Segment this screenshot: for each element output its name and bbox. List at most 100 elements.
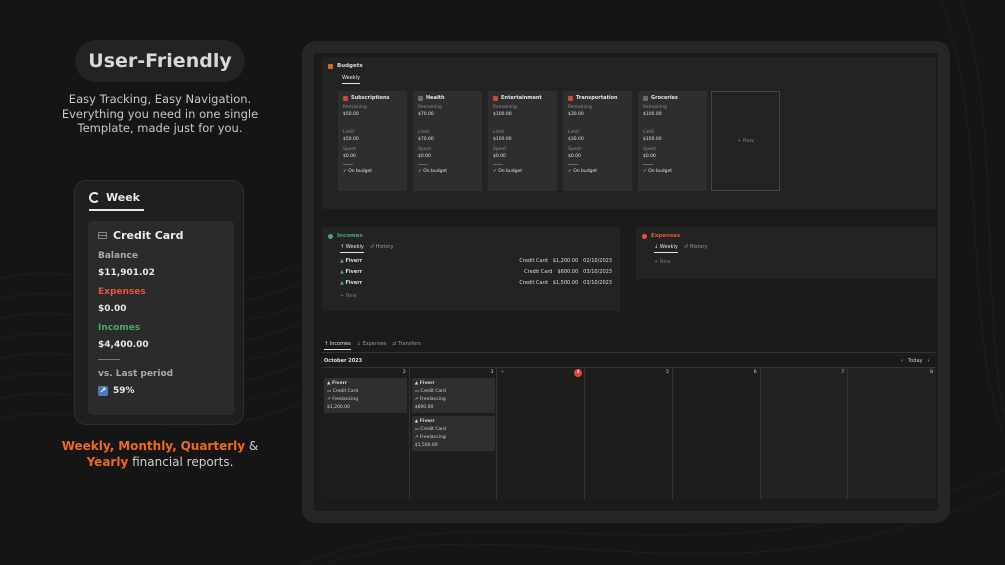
expenses-value: $0.00 bbox=[98, 304, 127, 314]
calendar-day[interactable]: 6 bbox=[672, 368, 761, 499]
feature-pill: User-Friendly bbox=[75, 40, 245, 82]
tab-expenses-weekly[interactable]: ↓ Weekly bbox=[654, 244, 678, 253]
income-date: 03/10/2023 bbox=[583, 269, 612, 275]
calendar-event[interactable]: ▲ Fiverr ▭ Credit Card ↗ Freelancing $60… bbox=[411, 378, 495, 413]
limit-label: Limit bbox=[493, 130, 505, 135]
tab-incomes-weekly[interactable]: ↑ Weekly bbox=[340, 244, 364, 253]
income-account: Credit Card bbox=[524, 269, 553, 275]
calendar-day[interactable]: 2 ▲ Fiverr ▭ Credit Card ↗ Freelancing $… bbox=[322, 368, 410, 499]
transportation-icon bbox=[568, 95, 573, 101]
day-number: 7 bbox=[841, 370, 845, 375]
account-title: Credit Card bbox=[98, 229, 224, 242]
incomes-icon bbox=[328, 233, 333, 239]
footer-weekly: Weekly bbox=[61, 439, 110, 453]
limit-value: $50.00 bbox=[343, 137, 359, 142]
budget-name: Subscriptions bbox=[351, 95, 390, 101]
tab-calendar-incomes[interactable]: ↑ Incomes bbox=[324, 341, 351, 350]
limit-label: Limit bbox=[568, 130, 580, 135]
expenses-panel: Expenses ↓ Weekly ↺ History + New bbox=[636, 227, 936, 279]
new-income-button[interactable]: + New bbox=[340, 293, 357, 299]
remaining-label: Remaining bbox=[568, 105, 592, 110]
new-expense-button[interactable]: + New bbox=[654, 259, 671, 265]
budget-card[interactable]: Entertainment Remaining $100.00 Limit $100… bbox=[488, 91, 557, 191]
next-icon[interactable]: › bbox=[927, 358, 929, 364]
calendar-event[interactable]: ▲ Fiverr ▭ Credit Card ↗ Freelancing $1,… bbox=[324, 378, 407, 413]
budgets-title-text: Budgets bbox=[337, 63, 363, 69]
day-number: 3 bbox=[490, 370, 494, 375]
footer-monthly: Monthly bbox=[118, 439, 173, 453]
calendar-event[interactable]: ▲ Fiverr ▭ Credit Card ↗ Freelancing $1,… bbox=[411, 416, 495, 451]
day-number: 5 bbox=[665, 370, 669, 375]
add-event-icon[interactable]: + bbox=[500, 370, 504, 375]
calendar-day[interactable]: 4 + bbox=[497, 368, 586, 499]
expenses-icon bbox=[642, 233, 647, 239]
income-arrow-icon: ▲ bbox=[340, 258, 344, 264]
new-budget-button[interactable]: + New bbox=[711, 91, 780, 191]
divider bbox=[98, 359, 120, 360]
calendar-day[interactable]: 8 bbox=[848, 368, 936, 499]
budget-card[interactable]: Transportation Remaining $30.00 Limit $30.… bbox=[563, 91, 632, 191]
vs-last-period-label: vs. Last period bbox=[98, 369, 174, 379]
calendar-day[interactable]: 5 bbox=[585, 368, 673, 499]
incomes-panel: Incomes ↑ Weekly ↺ History ▲ Fiverr Credi… bbox=[322, 227, 620, 311]
budgets-title: Budgets bbox=[328, 63, 363, 69]
budget-status: ✓ On budget bbox=[493, 169, 522, 174]
tab-expenses-history[interactable]: ↺ History bbox=[684, 244, 708, 253]
expenses-label: Expenses bbox=[98, 287, 146, 297]
account-name: Credit Card bbox=[113, 229, 184, 242]
day-number: 6 bbox=[753, 370, 757, 375]
spent-label: Spent bbox=[493, 147, 507, 152]
budget-status: ✓ On budget bbox=[418, 169, 447, 174]
budget-card[interactable]: Groceries Remaining $100.00 Limit $100.00 … bbox=[638, 91, 707, 191]
tab-week[interactable]: Week bbox=[89, 189, 144, 211]
credit-card-icon bbox=[98, 232, 107, 239]
spent-label: Spent bbox=[568, 147, 582, 152]
calendar: Mon Tue Wed Thu Fri Sat Sun 2 ▲ Fiverr ▭… bbox=[322, 365, 936, 499]
account-card[interactable]: Credit Card Balance $11,901.02 Expenses … bbox=[88, 221, 234, 415]
spent-label: Spent bbox=[643, 147, 657, 152]
limit-value: $30.00 bbox=[568, 137, 584, 142]
event-category: ↗ Freelancing bbox=[414, 435, 446, 440]
tagline: Easy Tracking, Easy Navigation. Everythi… bbox=[60, 92, 260, 136]
tab-budgets-weekly[interactable]: Weekly bbox=[342, 75, 361, 84]
tab-incomes-history[interactable]: ↺ History bbox=[370, 244, 394, 253]
budget-card[interactable]: Subscriptions Remaining $50.00 Limit $50.0… bbox=[338, 91, 407, 191]
remaining-label: Remaining bbox=[343, 105, 367, 110]
footer-sep-2: , bbox=[172, 439, 177, 453]
tab-calendar-transfers[interactable]: ⇄ Transfers bbox=[392, 341, 421, 350]
limit-label: Limit bbox=[643, 130, 655, 135]
event-title: ▲ Fiverr bbox=[327, 381, 348, 386]
income-row[interactable]: ▲ Fiverr Credit Card $600.00 03/10/2023 bbox=[340, 267, 612, 277]
today-button[interactable]: Today bbox=[908, 358, 922, 364]
event-amount: $600.00 bbox=[414, 405, 434, 410]
income-row[interactable]: ▲ Fiverr Credit Card $1,200.00 02/10/2023 bbox=[340, 256, 612, 266]
app-screen: Budgets Weekly Subscriptions Remaining $5… bbox=[314, 53, 938, 511]
limit-value: $100.00 bbox=[643, 137, 662, 142]
prev-icon[interactable]: ‹ bbox=[901, 358, 903, 364]
footer-yearly: Yearly bbox=[86, 455, 129, 469]
calendar-tabs: ↑ Incomes ↓ Expenses ⇄ Transfers bbox=[324, 341, 421, 350]
incomes-value: $4,400.00 bbox=[98, 340, 149, 350]
calendar-nav: ‹ Today › bbox=[901, 358, 929, 364]
event-category: ↗ Freelancing bbox=[327, 397, 359, 402]
remaining-label: Remaining bbox=[493, 105, 517, 110]
footer-text: Weekly, Monthly, Quarterly & Yearly fina… bbox=[40, 438, 280, 470]
event-account: ▭ Credit Card bbox=[327, 389, 359, 394]
vs-last-period: ↗ 59% bbox=[98, 386, 224, 396]
event-account: ▭ Credit Card bbox=[414, 427, 446, 432]
expenses-title-text: Expenses bbox=[651, 233, 681, 239]
calendar-grid: 2 ▲ Fiverr ▭ Credit Card ↗ Freelancing $… bbox=[322, 367, 936, 499]
income-amount: $1,200.00 bbox=[552, 258, 579, 264]
tagline-line-2: Everything you need in one single bbox=[61, 106, 259, 121]
budget-card[interactable]: Health Remaining $70.00 Limit $70.00 Spent… bbox=[413, 91, 482, 191]
new-budget-label: + New bbox=[737, 138, 754, 144]
limit-value: $70.00 bbox=[418, 137, 434, 142]
tab-calendar-expenses[interactable]: ↓ Expenses bbox=[357, 341, 387, 350]
remaining-label: Remaining bbox=[643, 105, 667, 110]
event-account: ▭ Credit Card bbox=[414, 389, 446, 394]
calendar-day[interactable]: 7 bbox=[760, 368, 849, 499]
spent-value: $0.00 bbox=[418, 154, 431, 159]
tagline-line-1: Easy Tracking, Easy Navigation. bbox=[68, 92, 252, 106]
calendar-day[interactable]: 3 ▲ Fiverr ▭ Credit Card ↗ Freelancing $… bbox=[409, 368, 498, 499]
income-row[interactable]: ▲ Fiverr Credit Card $1,500.00 03/10/2023 bbox=[340, 278, 612, 288]
